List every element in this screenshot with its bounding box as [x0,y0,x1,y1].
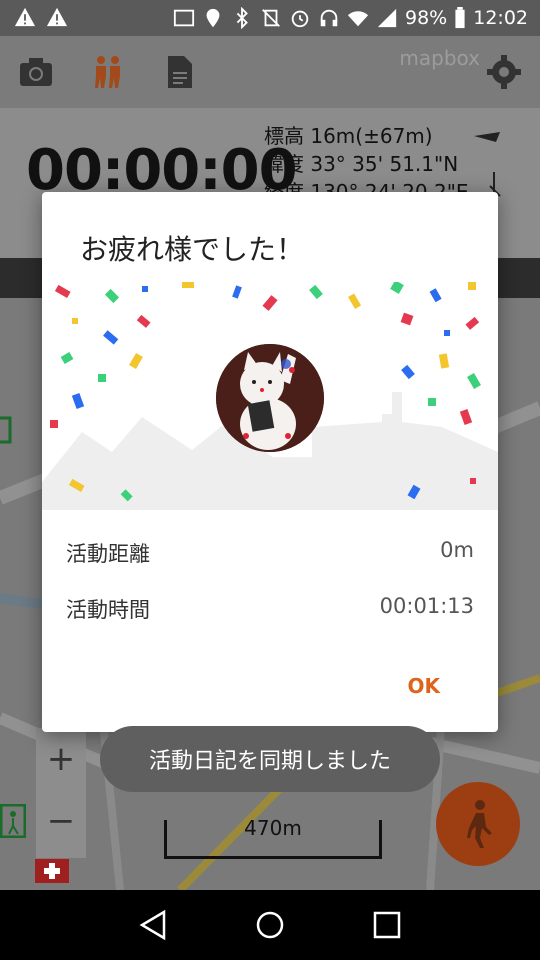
status-bar: 98% 12:02 [0,0,540,36]
map-scale-bar: 470m [164,816,382,859]
back-icon[interactable] [136,908,170,942]
headset-icon [320,9,338,27]
battery-icon [455,7,465,29]
alarm-icon [291,10,309,28]
compass-icon [474,132,501,197]
location-icon [206,8,220,28]
duration-value: 00:01:13 [379,594,474,618]
walking-icon [467,800,492,848]
navigation-bar [0,890,540,960]
sync-toast: 活動日記を同期しました [100,726,440,792]
altitude-text: 標高 16m(±67m) [264,124,433,148]
duration-row: 活動時間 00:01:13 [66,594,474,624]
lucky-cat-image [216,344,324,452]
hiking-party-icon[interactable] [88,52,128,92]
trail-marker-icon [0,416,12,444]
distance-row: 活動距離 0m [66,538,474,568]
ok-button[interactable]: OK [408,674,441,698]
recents-icon[interactable] [370,908,404,942]
clock: 12:02 [473,7,528,29]
dialog-title: お疲れ様でした！ [80,233,305,266]
scale-label: 470m [244,816,302,840]
wifi-icon [347,11,369,27]
zoom-in-button[interactable]: + [36,728,86,790]
latitude-text: 緯度 33° 35' 51.1"N [264,152,459,176]
distance-value: 0m [440,538,474,562]
camera-icon[interactable] [16,52,56,92]
home-icon[interactable] [253,908,287,942]
mascot-avatar [216,344,324,452]
battery-percent: 98% [405,7,448,29]
document-icon[interactable] [160,52,200,92]
gear-icon[interactable] [484,52,524,92]
zoom-controls: + − [36,728,86,858]
mapbox-logo: mapbox [399,46,480,70]
activity-complete-dialog: お疲れ様でした！ 活動距離 0m 活動時間 00:01:13 OK [42,192,498,732]
vibrate-off-icon [262,9,280,27]
toolbar: mapbox [0,36,540,108]
distance-label: 活動距離 [66,542,150,566]
first-aid-icon [35,859,69,883]
signal-icon [377,8,397,28]
emergency-exit-icon [0,804,26,838]
bluetooth-icon [236,7,248,29]
warning-icon [14,7,36,27]
duration-label: 活動時間 [66,598,150,622]
start-activity-button[interactable] [436,782,520,866]
zoom-out-button[interactable]: − [36,790,86,852]
warning-icon [46,7,68,27]
cast-icon [173,9,195,27]
